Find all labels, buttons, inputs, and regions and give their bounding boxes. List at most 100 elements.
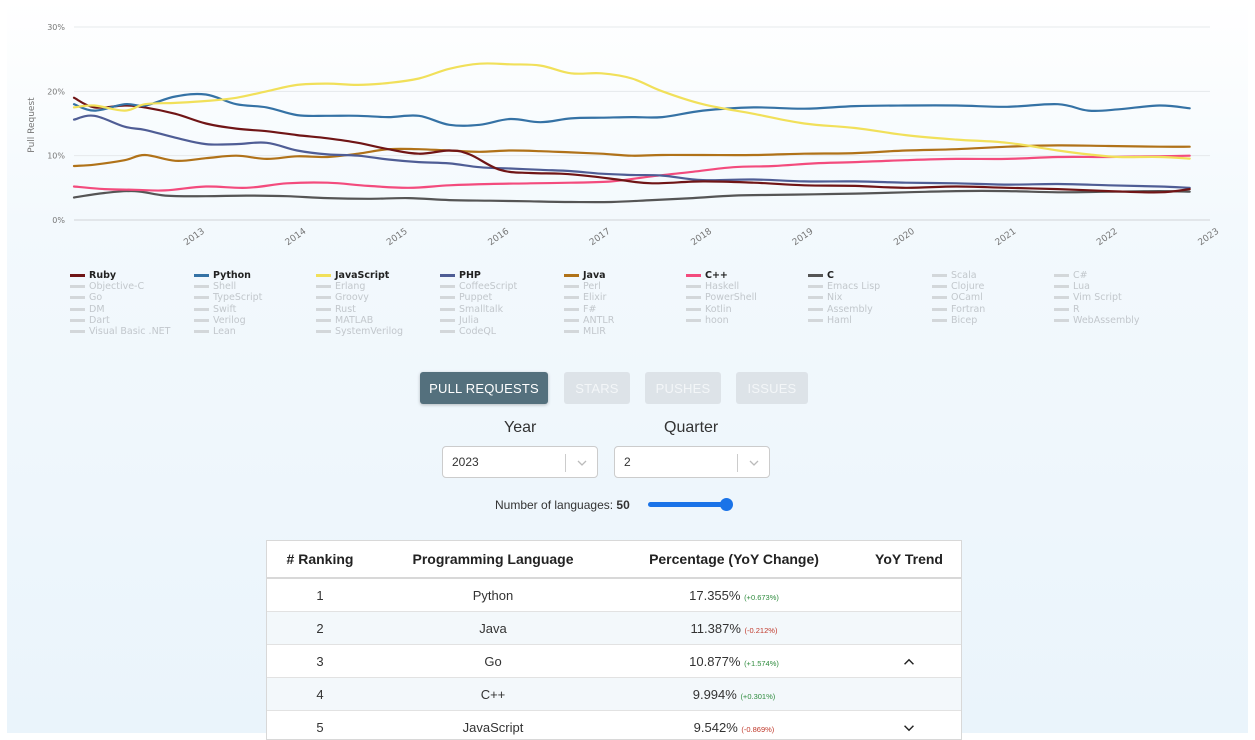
pushes-button[interactable]: PUSHES <box>645 372 721 404</box>
legend-item-matlab[interactable]: MATLAB <box>316 315 373 326</box>
yoy-change-value: (+0.673%) <box>744 593 779 602</box>
legend-item-r[interactable]: R <box>1054 304 1080 315</box>
language-header[interactable]: Programming Language <box>373 541 613 578</box>
rank-cell: 3 <box>267 645 373 678</box>
legend-item-coffeescript[interactable]: CoffeeScript <box>440 281 517 292</box>
legend-item-scala[interactable]: Scala <box>932 270 977 281</box>
legend-item-julia[interactable]: Julia <box>440 315 479 326</box>
pull-requests-button[interactable]: PULL REQUESTS <box>420 372 548 404</box>
series-line-c[interactable] <box>74 191 1190 202</box>
percentage-value: 17.355% <box>689 588 744 603</box>
legend-label: Julia <box>459 315 479 326</box>
percentage-cell: 11.387% (-0.212%) <box>613 612 855 645</box>
languages-slider-thumb[interactable] <box>720 498 733 511</box>
legend-item-groovy[interactable]: Groovy <box>316 292 369 303</box>
yoy-change-value: (-0.869%) <box>741 725 774 734</box>
legend-item-swift[interactable]: Swift <box>194 304 236 315</box>
chevron-up-icon <box>903 658 915 666</box>
series-line-php[interactable] <box>74 116 1190 188</box>
legend-label: Assembly <box>827 304 873 315</box>
legend-item-javascript[interactable]: JavaScript <box>316 270 389 281</box>
legend-item-erlang[interactable]: Erlang <box>316 281 365 292</box>
legend-item-codeql[interactable]: CodeQL <box>440 326 496 337</box>
trend-header[interactable]: YoY Trend <box>855 541 962 578</box>
chevron-down-icon[interactable] <box>747 456 761 470</box>
legend-label: PowerShell <box>705 292 757 303</box>
legend-item-ocaml[interactable]: OCaml <box>932 292 983 303</box>
legend-item-perl[interactable]: Perl <box>564 281 601 292</box>
chevron-down-icon[interactable] <box>575 456 589 470</box>
legend-label: Vim Script <box>1073 292 1122 303</box>
legend-swatch <box>194 330 209 333</box>
legend-item-clojure[interactable]: Clojure <box>932 281 984 292</box>
trend-cell <box>855 612 962 645</box>
legend-item-smalltalk[interactable]: Smalltalk <box>440 304 503 315</box>
stars-button[interactable]: STARS <box>564 372 630 404</box>
legend-item-vim-script[interactable]: Vim Script <box>1054 292 1122 303</box>
legend-item-webassembly[interactable]: WebAssembly <box>1054 315 1140 326</box>
ranking-header[interactable]: # Ranking <box>267 541 373 578</box>
quarter-select[interactable]: 2 <box>614 446 770 478</box>
legend-swatch <box>564 308 579 311</box>
legend-item-ruby[interactable]: Ruby <box>70 270 116 281</box>
legend-item-antlr[interactable]: ANTLR <box>564 315 614 326</box>
rank-cell: 2 <box>267 612 373 645</box>
legend-item-haml[interactable]: Haml <box>808 315 852 326</box>
legend-item-lean[interactable]: Lean <box>194 326 236 337</box>
legend-item-c[interactable]: C <box>808 270 834 281</box>
legend-label: Haskell <box>705 281 739 292</box>
legend-swatch <box>194 274 209 277</box>
trend-cell <box>855 578 962 612</box>
legend-label: Groovy <box>335 292 369 303</box>
legend-item-mlir[interactable]: MLIR <box>564 326 606 337</box>
legend-label: DM <box>89 304 105 315</box>
legend-label: Lua <box>1073 281 1090 292</box>
legend-swatch <box>564 319 579 322</box>
legend-item-emacs-lisp[interactable]: Emacs Lisp <box>808 281 880 292</box>
quarter-select-value: 2 <box>624 455 631 469</box>
ranking-table: # Ranking Programming Language Percentag… <box>266 540 962 740</box>
legend-item-lua[interactable]: Lua <box>1054 281 1090 292</box>
legend-item-cpp[interactable]: C++ <box>686 270 728 281</box>
legend-item-puppet[interactable]: Puppet <box>440 292 492 303</box>
legend-item-objective-c[interactable]: Objective-C <box>70 281 144 292</box>
legend-item-shell[interactable]: Shell <box>194 281 236 292</box>
legend-item-rust[interactable]: Rust <box>316 304 356 315</box>
legend-item-kotlin[interactable]: Kotlin <box>686 304 732 315</box>
legend-item-fortran[interactable]: Fortran <box>932 304 985 315</box>
legend-item-visual-basic-net[interactable]: Visual Basic .NET <box>70 326 170 337</box>
legend-item-fsharp[interactable]: F# <box>564 304 596 315</box>
languages-slider-track[interactable] <box>648 502 730 507</box>
legend-swatch <box>1054 319 1069 322</box>
legend-item-go[interactable]: Go <box>70 292 102 303</box>
legend-label: Objective-C <box>89 281 144 292</box>
legend-label: OCaml <box>951 292 983 303</box>
legend-swatch <box>808 308 823 311</box>
percentage-header[interactable]: Percentage (YoY Change) <box>613 541 855 578</box>
legend-item-systemverilog[interactable]: SystemVerilog <box>316 326 403 337</box>
legend-item-verilog[interactable]: Verilog <box>194 315 246 326</box>
legend-swatch <box>316 274 331 277</box>
legend-item-python[interactable]: Python <box>194 270 251 281</box>
legend-item-elixir[interactable]: Elixir <box>564 292 606 303</box>
issues-button[interactable]: ISSUES <box>736 372 808 404</box>
legend-label: Visual Basic .NET <box>89 326 170 337</box>
legend-item-csharp[interactable]: C# <box>1054 270 1088 281</box>
legend-item-bicep[interactable]: Bicep <box>932 315 977 326</box>
legend-item-php[interactable]: PHP <box>440 270 481 281</box>
legend-label: Scala <box>951 270 977 281</box>
legend-item-dm[interactable]: DM <box>70 304 105 315</box>
legend-item-hoon[interactable]: hoon <box>686 315 729 326</box>
language-cell: C++ <box>373 678 613 711</box>
legend-item-java[interactable]: Java <box>564 270 606 281</box>
legend-item-dart[interactable]: Dart <box>70 315 110 326</box>
legend-item-powershell[interactable]: PowerShell <box>686 292 757 303</box>
legend-swatch <box>440 308 455 311</box>
percentage-cell: 10.877% (+1.574%) <box>613 645 855 678</box>
legend-item-typescript[interactable]: TypeScript <box>194 292 262 303</box>
legend-item-assembly[interactable]: Assembly <box>808 304 873 315</box>
legend-label: Dart <box>89 315 110 326</box>
legend-item-nix[interactable]: Nix <box>808 292 842 303</box>
legend-item-haskell[interactable]: Haskell <box>686 281 739 292</box>
year-select[interactable]: 2023 <box>442 446 598 478</box>
